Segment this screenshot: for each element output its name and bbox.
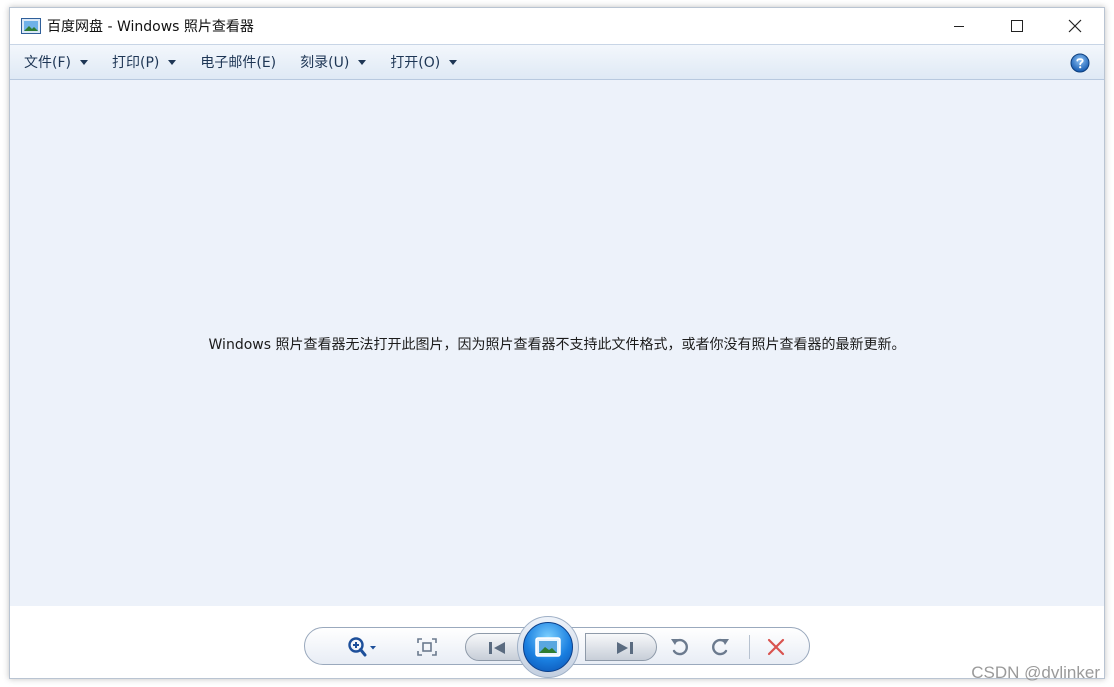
dropdown-arrow-icon (79, 59, 88, 65)
next-icon (617, 642, 633, 654)
dropdown-arrow-icon (168, 59, 177, 65)
menu-print[interactable]: 打印(P) (100, 45, 188, 79)
image-display-area: Windows 照片查看器无法打开此图片，因为照片查看器不支持此文件格式，或者你… (10, 80, 1104, 606)
rotate-left-icon (671, 638, 688, 656)
rotate-right-button[interactable] (707, 635, 733, 659)
slideshow-button-face (523, 622, 573, 672)
menu-open[interactable]: 打开(O) (378, 45, 469, 79)
previous-icon (489, 642, 505, 654)
photo-viewer-window: 百度网盘 - Windows 照片查看器 文件(F) 打印(P) 电子邮件(E) (9, 7, 1105, 679)
actual-size-icon (417, 638, 437, 656)
menu-file-label: 文件(F) (24, 55, 71, 71)
error-message: Windows 照片查看器无法打开此图片，因为照片查看器不支持此文件格式，或者你… (208, 337, 906, 353)
next-button[interactable] (585, 633, 657, 661)
maximize-button[interactable] (988, 8, 1046, 44)
window-controls (930, 8, 1104, 44)
watermark-text: CSDN @dvlinker (971, 663, 1100, 682)
help-icon[interactable] (1070, 53, 1090, 73)
menu-email-label: 电子邮件(E) (200, 55, 277, 71)
zoom-icon (348, 637, 376, 657)
dropdown-arrow-icon (449, 59, 458, 65)
minimize-button[interactable] (930, 8, 988, 44)
maximize-icon (1011, 20, 1023, 32)
actual-size-button[interactable] (415, 636, 439, 658)
menu-bar: 文件(F) 打印(P) 电子邮件(E) 刻录(U) 打开(O) (10, 44, 1104, 80)
slideshow-icon (535, 637, 561, 657)
window-title: 百度网盘 - Windows 照片查看器 (47, 19, 254, 35)
delete-icon (767, 638, 785, 656)
slideshow-button[interactable] (517, 616, 579, 678)
toolbar-divider (749, 635, 750, 659)
close-button[interactable] (1046, 8, 1104, 44)
menu-print-label: 打印(P) (111, 55, 160, 71)
menu-burn-label: 刻录(U) (300, 55, 350, 71)
zoom-button[interactable] (341, 634, 385, 660)
menu-open-label: 打开(O) (390, 55, 441, 71)
close-icon (1068, 19, 1082, 33)
rotate-left-button[interactable] (667, 635, 693, 659)
menu-burn[interactable]: 刻录(U) (288, 45, 378, 79)
photo-viewer-app-icon (21, 18, 41, 34)
rotate-right-icon (712, 638, 729, 656)
delete-button[interactable] (763, 635, 789, 659)
title-bar[interactable]: 百度网盘 - Windows 照片查看器 (10, 8, 1104, 44)
menu-email[interactable]: 电子邮件(E) (188, 45, 288, 79)
dropdown-arrow-icon (358, 59, 367, 65)
menu-file[interactable]: 文件(F) (10, 45, 100, 79)
minimize-icon (954, 26, 964, 27)
